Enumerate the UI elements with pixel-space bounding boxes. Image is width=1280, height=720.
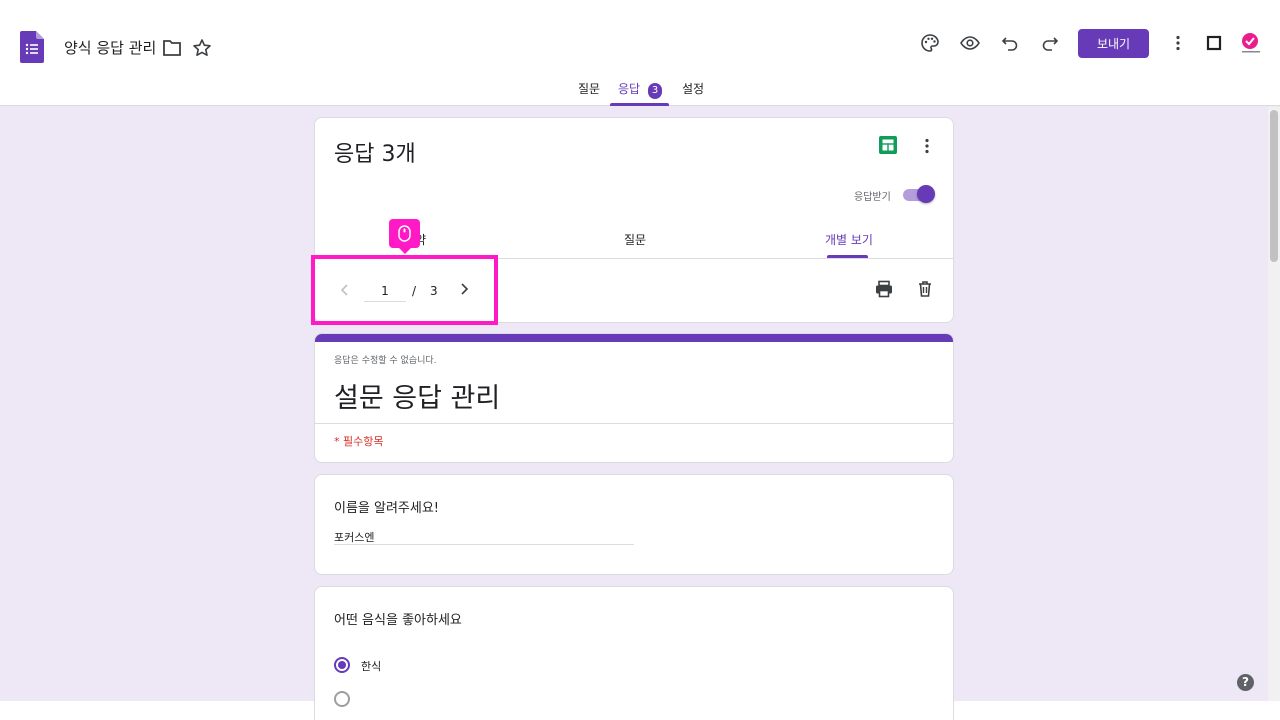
tab-settings[interactable]: 설정: [682, 80, 704, 97]
question-text: 이름을 알려주세요!: [334, 501, 440, 516]
tab-question[interactable]: 질문: [624, 231, 646, 248]
form-title: 설문 응답 관리: [334, 383, 501, 414]
responses-count-badge: 3: [648, 83, 662, 99]
responses-count-title: 응답 3개: [334, 142, 416, 167]
palette-icon[interactable]: [920, 33, 940, 53]
forms-logo-icon[interactable]: [20, 31, 44, 63]
eye-icon[interactable]: [960, 33, 980, 53]
document-title[interactable]: 양식 응답 관리: [64, 37, 156, 58]
answer-text: 포커스엔: [334, 531, 375, 544]
more-vert-icon[interactable]: [1168, 33, 1188, 53]
square-icon[interactable]: [1204, 33, 1224, 53]
active-tab-indicator: [610, 103, 669, 106]
print-icon[interactable]: [874, 279, 894, 299]
help-icon[interactable]: ?: [1237, 674, 1254, 691]
cursor-badge: [389, 219, 420, 254]
tab-responses[interactable]: 응답: [618, 80, 640, 97]
option-label: 한식: [361, 660, 382, 673]
radio-selected: [334, 657, 350, 673]
check-badge-icon: [1242, 33, 1260, 53]
form-header-card: 응답은 수정할 수 없습니다. 설문 응답 관리 * 필수항목: [314, 333, 954, 463]
question-card: 어떤 음식을 좋아하세요 한식: [314, 586, 954, 720]
star-icon[interactable]: [192, 38, 212, 58]
pager-highlight-box: [311, 255, 498, 325]
required-note: * 필수항목: [334, 435, 384, 448]
undo-icon[interactable]: [1000, 33, 1020, 53]
readonly-note: 응답은 수정할 수 없습니다.: [334, 356, 437, 366]
redo-icon[interactable]: [1040, 33, 1060, 53]
folder-icon[interactable]: [162, 39, 182, 57]
tab-questions[interactable]: 질문: [578, 80, 600, 97]
header-divider: [315, 423, 953, 424]
mouse-icon: [398, 225, 411, 242]
app-header: 양식 응답 관리 보내기 질문 응답 3 설정: [0, 0, 1280, 106]
answer-underline: [334, 544, 634, 545]
trash-icon[interactable]: [915, 279, 935, 299]
more-vert-icon[interactable]: [917, 136, 937, 156]
tab-individual[interactable]: 개별 보기: [825, 231, 873, 248]
avatar[interactable]: [1238, 30, 1264, 56]
toggle-thumb[interactable]: [917, 185, 935, 203]
send-button[interactable]: 보내기: [1078, 29, 1149, 58]
accepting-responses-label: 응답받기: [854, 192, 891, 203]
scrollbar-thumb[interactable]: [1270, 110, 1278, 262]
question-card: 이름을 알려주세요! 포커스엔: [314, 474, 954, 575]
question-text: 어떤 음식을 좋아하세요: [334, 613, 462, 628]
main-tabs: 질문 응답 3 설정: [0, 72, 1280, 106]
form-accent-band: [315, 334, 953, 342]
radio-option: [334, 691, 350, 707]
sheets-icon[interactable]: [879, 136, 897, 154]
